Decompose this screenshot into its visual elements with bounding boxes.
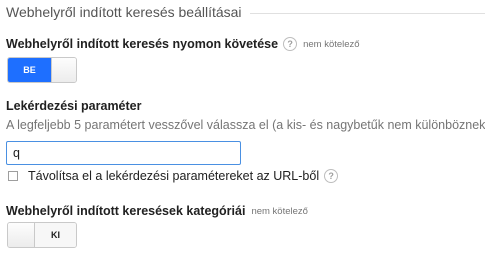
question-mark-circle-icon[interactable]: ? (283, 37, 298, 51)
search-categories-label-row: Webhelyről indított keresések kategóriái… (6, 204, 308, 218)
query-parameter-helper: A legfeljebb 5 paramétert vesszővel vála… (6, 118, 485, 132)
strip-query-params-label[interactable]: Távolítsa el a lekérdezési paramétereket… (28, 169, 319, 183)
toggle-on-label: BE (8, 58, 51, 82)
search-categories-label: Webhelyről indított keresések kategóriái (6, 204, 246, 218)
optional-tag: nem kötelező (251, 205, 308, 217)
strip-query-params-row: Távolítsa el a lekérdezési paramétereket… (8, 169, 339, 183)
site-search-tracking-label: Webhelyről indított keresés nyomon követ… (6, 37, 279, 51)
query-parameter-input[interactable] (6, 141, 241, 165)
toggle-knob (51, 58, 76, 82)
section-title: Webhelyről indított keresés beállításai (6, 4, 242, 20)
toggle-knob (8, 223, 35, 247)
question-mark-circle-icon[interactable]: ? (324, 169, 339, 183)
site-search-tracking-label-row: Webhelyről indított keresés nyomon követ… (6, 37, 360, 51)
section-divider (249, 12, 485, 14)
site-search-tracking-toggle[interactable]: BE (7, 57, 77, 83)
query-parameter-label-row: Lekérdezési paraméter (6, 99, 142, 113)
strip-query-params-checkbox[interactable] (8, 171, 18, 181)
query-parameter-label: Lekérdezési paraméter (6, 99, 142, 113)
toggle-off-label: KI (35, 223, 76, 247)
section-header: Webhelyről indított keresés beállításai (6, 2, 485, 22)
optional-tag: nem kötelező (303, 38, 360, 50)
search-categories-toggle[interactable]: KI (7, 222, 77, 248)
